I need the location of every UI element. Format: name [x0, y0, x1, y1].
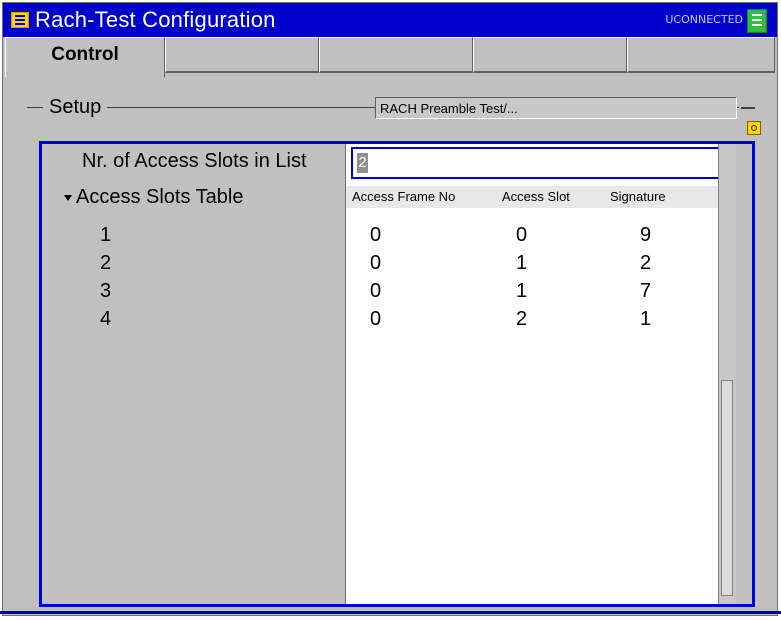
tab-control[interactable]: Control	[5, 37, 165, 77]
scrollbar-thumb[interactable]	[721, 380, 733, 596]
cell-slot-2[interactable]: 1	[516, 252, 527, 275]
access-slots-table-label: Access Slots Table	[76, 186, 244, 208]
configuration-window: Rach-Test Configuration UCONNECTED Contr…	[2, 2, 778, 616]
group-line-end	[741, 107, 755, 109]
cell-frame-1[interactable]: 0	[370, 224, 381, 247]
menu-icon[interactable]	[11, 12, 29, 28]
tab-empty-3[interactable]	[319, 37, 473, 73]
header-access-slot: Access Slot	[502, 189, 570, 204]
cell-signature-1[interactable]: 9	[640, 224, 651, 247]
cell-slot-3[interactable]: 1	[516, 280, 527, 303]
tab-empty-5[interactable]	[627, 37, 775, 73]
row-index-1: 1	[100, 224, 112, 246]
expand-arrow-icon[interactable]	[64, 194, 72, 201]
table-header: Access Frame No Access Slot Signature	[346, 186, 719, 208]
bottom-border	[0, 611, 781, 614]
tab-empty-4[interactable]	[473, 37, 627, 73]
row-index-2: 2	[100, 252, 112, 274]
access-slots-count-input[interactable]: 2	[351, 147, 734, 179]
cell-frame-4[interactable]: 0	[370, 308, 381, 331]
title-bar: Rach-Test Configuration UCONNECTED	[3, 3, 777, 37]
header-access-frame: Access Frame No	[352, 189, 456, 204]
connection-status: UCONNECTED	[665, 13, 743, 26]
header-signature: Signature	[610, 189, 666, 204]
row-index-3: 3	[100, 280, 112, 302]
setup-panel: Nr. of Access Slots in List Access Slots…	[39, 141, 755, 607]
setup-group-label: Setup	[43, 96, 108, 119]
tab-empty-2[interactable]	[165, 37, 319, 73]
signal-status-icon	[747, 9, 767, 33]
tab-bar: Control	[5, 37, 775, 77]
cell-frame-3[interactable]: 0	[370, 280, 381, 303]
access-slots-count-label: Nr. of Access Slots in List	[82, 150, 307, 172]
cell-signature-4[interactable]: 1	[640, 308, 651, 331]
cell-slot-1[interactable]: 0	[516, 224, 527, 247]
cell-signature-3[interactable]: 7	[640, 280, 651, 303]
test-scope-field[interactable]: RACH Preamble Test/...	[375, 97, 737, 119]
access-slots-count-value: 2	[357, 153, 368, 173]
vertical-scrollbar[interactable]	[718, 144, 736, 604]
lock-icon[interactable]	[747, 121, 761, 135]
parameter-tree: Nr. of Access Slots in List Access Slots…	[42, 144, 345, 604]
cell-frame-2[interactable]: 0	[370, 252, 381, 275]
access-slots-table-node[interactable]: Access Slots Table	[64, 186, 244, 209]
cell-signature-2[interactable]: 2	[640, 252, 651, 275]
row-index-4: 4	[100, 308, 112, 330]
window-title: Rach-Test Configuration	[35, 7, 276, 32]
cell-slot-4[interactable]: 2	[516, 308, 527, 331]
value-pane: 2 Access Frame No Access Slot Signature …	[345, 144, 736, 604]
